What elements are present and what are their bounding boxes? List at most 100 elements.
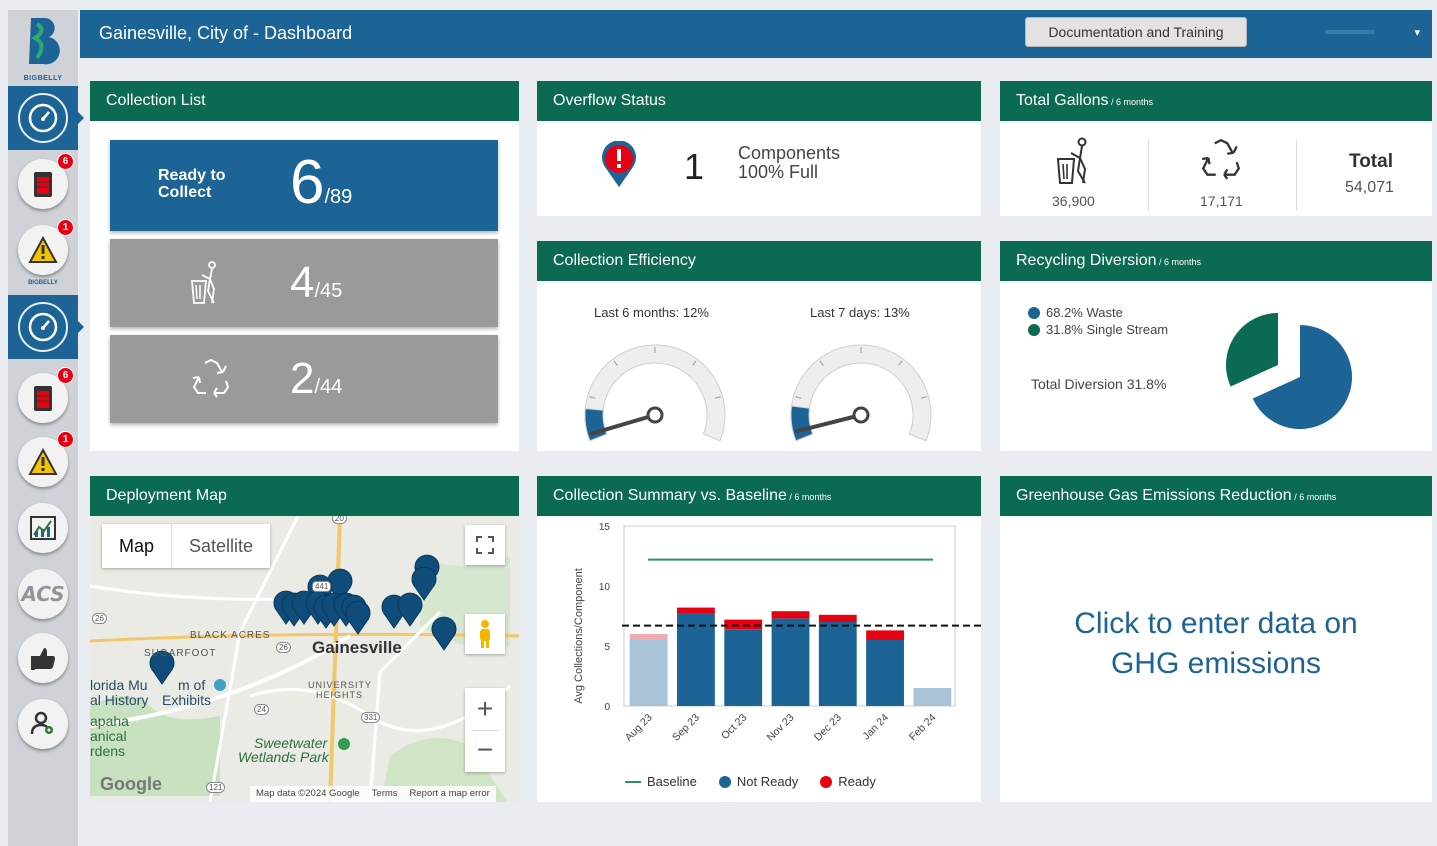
recycle-icon: [192, 358, 230, 398]
total-label: Total: [1349, 151, 1393, 172]
collection-summary-chart: 0 5 10 15 Avg Collections/Component Aug 23 Sep…: [573, 522, 981, 744]
warning-icon: [28, 448, 58, 475]
map-terms-link[interactable]: Terms: [372, 788, 398, 800]
bigbelly-logo[interactable]: BIGBELLY: [16, 14, 70, 84]
bar-not-ready: [913, 688, 952, 706]
map-pin-marker: [431, 616, 457, 651]
bar-ready: [677, 607, 715, 614]
documentation-training-button[interactable]: Documentation and Training: [1025, 17, 1247, 47]
card-title: Total Gallons: [1016, 92, 1109, 109]
map-pin-marker: [345, 600, 371, 635]
sidebar-item-reports[interactable]: [8, 496, 78, 560]
map-label-university: UNIVERSITY: [308, 680, 373, 690]
bar-not-ready: [724, 629, 763, 706]
legend-waste: 68.2% Waste: [1028, 305, 1123, 320]
x-tick-label: Sep 23: [670, 712, 702, 744]
acs-icon: ACS: [21, 582, 65, 606]
bigbelly-logo-icon: [29, 18, 60, 65]
divider: [1148, 139, 1149, 211]
waste-tile[interactable]: 4/45: [110, 239, 498, 327]
recycle-tile[interactable]: 2/44: [110, 335, 498, 423]
overflow-label-line1: Components: [738, 143, 841, 163]
map-label-sweetwater-2: Wetlands Park: [238, 749, 329, 765]
thumbs-icon: [31, 648, 55, 670]
waste-gallons: 36,900: [1052, 193, 1095, 209]
legend-baseline[interactable]: Baseline: [625, 774, 697, 789]
recycle-icon: [1201, 138, 1241, 180]
total-diversion: Total Diversion 31.8%: [1031, 376, 1167, 392]
ghg-card[interactable]: Greenhouse Gas Emissions Reduction / 6 m…: [1000, 476, 1432, 802]
sidebar-item-bins-2[interactable]: 6: [8, 366, 78, 430]
chevron-down-icon[interactable]: ▾: [1414, 26, 1420, 39]
card-title: Collection List: [90, 81, 519, 121]
x-tick-label: Aug 23: [623, 712, 655, 744]
ready-to-collect-tile[interactable]: Ready to Collect 6/89: [110, 140, 498, 231]
sidebar-item-feedback[interactable]: [8, 626, 78, 690]
tab-satellite[interactable]: Satellite: [172, 524, 270, 568]
recycle-total: /44: [314, 376, 343, 398]
sidebar-item-alerts-2[interactable]: 1: [8, 430, 78, 494]
map-type-control: Map Satellite: [102, 524, 271, 568]
sidebar-item-dashboard[interactable]: [8, 86, 84, 150]
gauge-fill: [584, 408, 608, 442]
card-subtitle: / 6 months: [1291, 492, 1337, 502]
ghg-text-line2: GHG emissions: [1110, 647, 1322, 680]
map-view[interactable]: Map Satellite + − BLACK ACRES SUGARFOOT …: [90, 516, 519, 802]
card-subtitle: / 6 months: [786, 492, 832, 502]
sidebar-item-user-settings[interactable]: [8, 692, 78, 756]
map-report-error-link[interactable]: Report a map error: [410, 788, 490, 800]
map-label-museum-3: al History: [90, 692, 149, 708]
bins-badge: 6: [57, 367, 74, 384]
ready-label-line1: Ready to: [158, 167, 226, 184]
route-shield-26b: 26: [276, 642, 291, 653]
efficiency-gauges: [584, 344, 932, 442]
waste-total: /45: [314, 280, 343, 302]
sidebar-item-alerts[interactable]: 1: [8, 218, 78, 282]
bin-full-icon: [34, 172, 52, 197]
collection-list-card: Collection List Ready to Collect 6/89 4/…: [90, 81, 519, 451]
warning-icon: [28, 236, 58, 263]
trash-person-icon: [1056, 137, 1087, 184]
tab-map[interactable]: Map: [102, 524, 173, 568]
card-subtitle: / 6 months: [1108, 97, 1154, 107]
map-label-museum-1: lorida Mu: [90, 677, 148, 693]
chart-legend: Baseline Not Ready Ready: [625, 774, 876, 789]
map-label-black-acres: BLACK ACRES: [190, 630, 271, 641]
account-name[interactable]: [1325, 30, 1375, 34]
street-view-pegman[interactable]: [465, 614, 505, 654]
sidebar-item-dashboard-2[interactable]: [8, 295, 84, 359]
y-tick-label: 15: [599, 522, 611, 533]
map-pin-alert-icon: [602, 141, 636, 187]
legend-swatch: [1028, 323, 1040, 336]
legend-swatch: [820, 775, 833, 788]
zoom-in-button[interactable]: +: [477, 688, 493, 730]
gauge-fill: [790, 405, 814, 442]
legend-label: Not Ready: [736, 774, 799, 789]
pie-slice-single-stream: [1226, 313, 1278, 387]
ready-total: /89: [324, 186, 353, 208]
gauge-hub: [646, 406, 664, 424]
map-label-city: Gainesville: [312, 638, 402, 657]
overflow-count: 1: [684, 146, 705, 187]
overflow-status-card[interactable]: Overflow Status 1 Components 100% Full: [537, 81, 981, 216]
fullscreen-button[interactable]: [465, 525, 505, 565]
legend-single-stream: 31.8% Single Stream: [1028, 322, 1168, 337]
sidebar-item-acs[interactable]: ACS: [8, 562, 78, 626]
route-shield-26a: 26: [92, 613, 107, 624]
map-label-museum-2: m of: [178, 677, 206, 693]
legend-ready[interactable]: Ready: [820, 774, 876, 789]
chart-icon: [30, 516, 56, 540]
x-tick-label: Feb 24: [907, 712, 939, 744]
map-label-kanapaha-3: rdens: [90, 743, 126, 759]
map-label-sugarfoot: SUGARFOOT: [144, 648, 217, 659]
recycling-diversion-card: Recycling Diversion / 6 months 68.2% Was…: [1000, 241, 1432, 451]
bar-ready: [629, 634, 668, 640]
legend-not-ready[interactable]: Not Ready: [718, 774, 799, 789]
sidebar-item-bins[interactable]: 6: [8, 152, 78, 216]
card-title: Collection Summary vs. Baseline: [553, 487, 787, 504]
x-tick-label: Jan 24: [860, 712, 891, 743]
ready-count: 6: [290, 148, 325, 217]
total-gallons-card: Total Gallons / 6 months 36,900 17,171 T…: [1000, 81, 1432, 216]
ghg-enter-data-link[interactable]: Click to enter data on GHG emissions: [1000, 604, 1432, 684]
zoom-out-button[interactable]: −: [477, 731, 493, 772]
